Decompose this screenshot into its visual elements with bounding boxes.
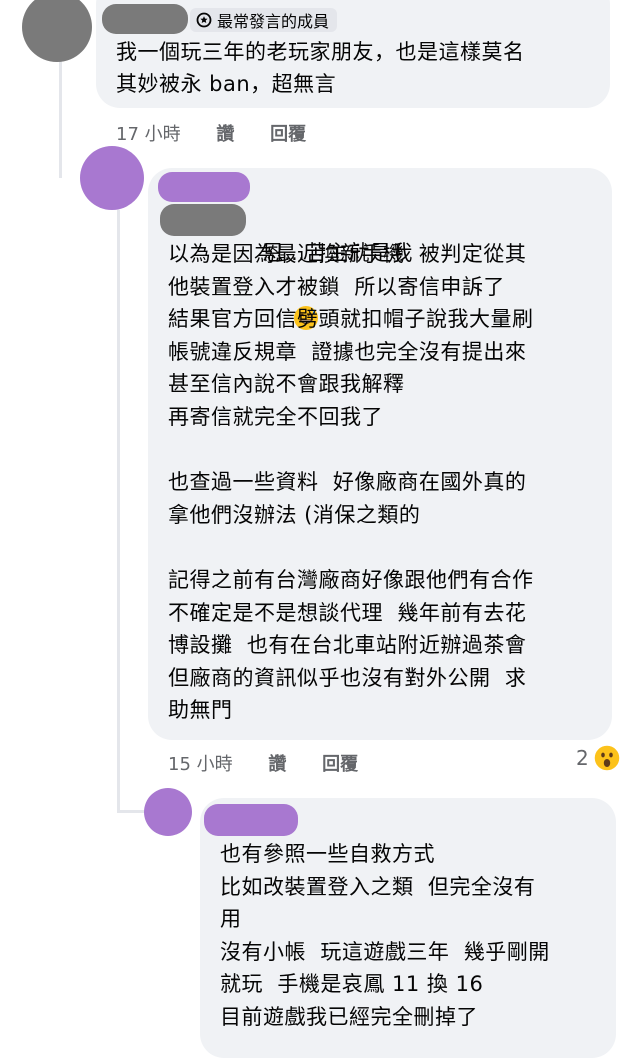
comment-text-line: 目前遊戲我已經完全刪掉了 xyxy=(220,1005,478,1029)
timestamp[interactable]: 17 小時 xyxy=(116,124,181,145)
comment-text-line: 拿他們沒辦法 (消保之類的 xyxy=(168,502,421,527)
comment-text-line: 就玩 手機是哀鳳 11 換 16 xyxy=(220,972,484,997)
comment-text-line: 也查過一些資料 好像廠商在國外真的 xyxy=(168,470,527,495)
comment-text-line: 用 xyxy=(220,907,242,932)
comment-text-line: 博設攤 也有在台北車站附近辦過茶會 xyxy=(168,633,527,658)
like-button[interactable]: 讚 xyxy=(216,124,234,145)
badge-label: 最常發言的成員 xyxy=(217,12,330,31)
comment-text-line: 甚至信內說不會跟我解釋 xyxy=(168,372,405,397)
redacted-username xyxy=(158,172,250,202)
avatar[interactable] xyxy=(22,0,92,62)
comment-text-line: 沒有小帳 玩這遊戲三年 幾乎剛開 xyxy=(220,939,550,964)
comment-text-line: 結果官方回信劈頭就扣帽子說我大量刷 xyxy=(168,307,534,332)
badge-icon xyxy=(196,12,212,28)
comment-text-line: 再寄信就完全不回我了 xyxy=(168,405,383,429)
comment-meta: 17 小時 讚 回覆 xyxy=(116,120,336,146)
comment-text-line: 比如改裝置登入之類 但完全沒有 xyxy=(220,874,536,899)
comment-text-line: 但廠商的資訊似乎也沒有對外公開 求 xyxy=(168,665,527,690)
comment-text-line: 帳號違反規章 證據也完全沒有提出來 xyxy=(168,339,527,364)
comment-text-line: 也有參照一些自救方式 xyxy=(220,842,435,866)
avatar[interactable] xyxy=(144,788,192,836)
redacted-mention xyxy=(160,204,246,236)
comment-text-line: 記得之前有台灣廠商好像跟他們有合作 xyxy=(168,568,534,592)
reply-button[interactable]: 回覆 xyxy=(322,754,358,775)
thread-curve xyxy=(117,810,145,813)
comment-text-line: 不確定是不是想談代理 幾年前有去花 xyxy=(168,600,527,625)
comment-text-line: 以為是因為最近換新手機 被判定從其 xyxy=(168,242,527,266)
reaction-summary[interactable]: 2 xyxy=(576,744,621,772)
comment-meta: 15 小時 讚 回覆 xyxy=(168,750,388,776)
comment-text-line: 其妙被永 ban，超無言 xyxy=(116,72,337,96)
redacted-username xyxy=(204,804,298,836)
thread-line xyxy=(59,60,62,178)
wow-reaction-icon xyxy=(592,744,621,772)
thread-line-branch xyxy=(117,210,120,810)
timestamp[interactable]: 15 小時 xyxy=(168,754,233,775)
reaction-count: 2 xyxy=(576,746,589,770)
comment-text-line: 我一個玩三年的老玩家朋友，也是這樣莫名 xyxy=(116,40,525,64)
comment-text-line: 他裝置登入才被鎖 所以寄信申訴了 xyxy=(168,274,505,299)
comment-text-line: 助無門 xyxy=(168,698,233,723)
top-contributor-badge: 最常發言的成員 xyxy=(190,8,338,32)
like-button[interactable]: 讚 xyxy=(268,754,286,775)
reply-button[interactable]: 回覆 xyxy=(270,124,306,145)
redacted-username xyxy=(102,4,188,34)
avatar[interactable] xyxy=(80,146,144,210)
